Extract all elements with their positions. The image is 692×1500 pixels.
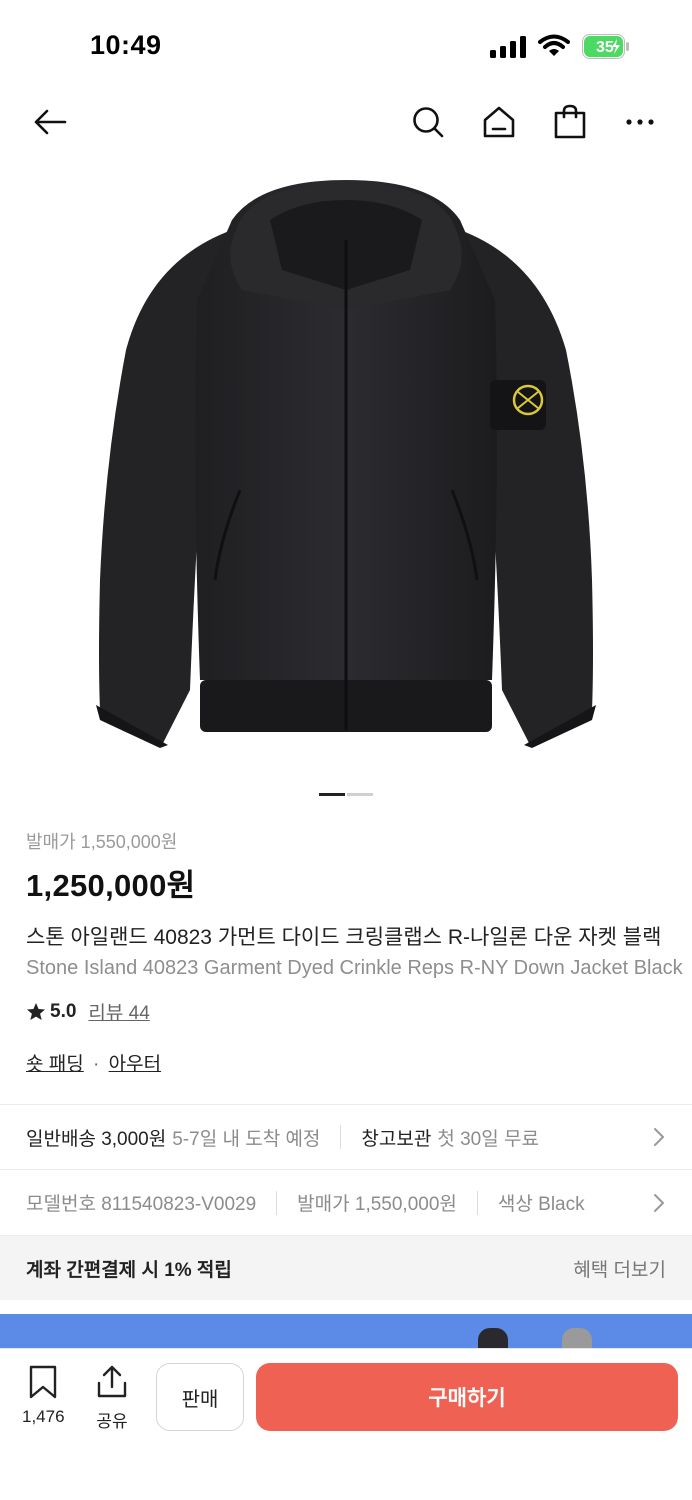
standard-delivery-label: 일반배송 3,000원 xyxy=(26,1128,167,1150)
shopping-bag-icon xyxy=(554,104,586,139)
bottom-action-bar: 1,476 공유 판매 구매하기 xyxy=(0,1348,692,1500)
share-button[interactable]: 공유 xyxy=(96,1365,128,1432)
search-icon xyxy=(413,107,444,138)
star-icon xyxy=(27,1002,45,1020)
category-link-outer[interactable]: 아우터 xyxy=(109,1054,161,1075)
home-button[interactable] xyxy=(479,102,519,142)
back-arrow-icon xyxy=(34,109,67,135)
spec-release-price: 발매가 1,550,000원 xyxy=(297,1194,457,1215)
spec-row[interactable]: 모델번호 811540823-V0029 발매가 1,550,000원 색상 B… xyxy=(0,1170,692,1236)
search-button[interactable] xyxy=(408,102,448,142)
category-link-short-padding[interactable]: 숏 패딩 xyxy=(26,1054,84,1075)
current-price: 1,250,000원 xyxy=(26,868,196,903)
signal-icon xyxy=(490,36,526,58)
spec-color: 색상 Black xyxy=(497,1194,585,1215)
product-image[interactable] xyxy=(0,160,692,770)
category-row: 숏 패딩 · 아우터 xyxy=(26,1049,692,1076)
product-title-ko: 스톤 아일랜드 40823 가먼트 다이드 크링클랩스 R-나일론 다운 자켓 … xyxy=(26,926,662,949)
carousel-dot-active xyxy=(319,793,345,796)
sell-button[interactable]: 판매 xyxy=(156,1363,244,1431)
delivery-row[interactable]: 일반배송 3,000원 5-7일 내 도착 예정 창고보관 첫 30일 무료 xyxy=(0,1104,692,1170)
release-price: 발매가 1,550,000원 xyxy=(26,832,178,852)
share-icon xyxy=(97,1365,127,1398)
product-info: 발매가 1,550,000원 1,250,000원 스톤 아일랜드 40823 … xyxy=(26,828,692,1076)
home-icon xyxy=(483,106,515,138)
benefit-text: 계좌 간편결제 시 1% 적립 xyxy=(26,1259,232,1281)
benefit-row: 계좌 간편결제 시 1% 적립 혜택 더보기 xyxy=(0,1236,692,1300)
warehouse-label: 창고보관 xyxy=(361,1128,432,1150)
more-button[interactable] xyxy=(620,102,660,142)
product-title-en: Stone Island 40823 Garment Dyed Crinkle … xyxy=(26,957,683,979)
wishlist-button[interactable]: 1,476 xyxy=(22,1365,65,1427)
status-bar: 10:49 35 xyxy=(0,0,692,90)
nav-bar xyxy=(0,90,692,154)
battery-level: 35 xyxy=(596,39,614,56)
category-separator: · xyxy=(93,1054,100,1075)
bookmark-icon xyxy=(30,1365,57,1399)
review-link[interactable]: 리뷰 44 xyxy=(88,998,149,1025)
carousel-dot xyxy=(347,793,373,796)
divider xyxy=(340,1125,342,1149)
rating-score: 5.0 xyxy=(50,1000,77,1022)
wifi-icon xyxy=(538,34,570,56)
battery-icon: 35 xyxy=(582,34,629,59)
cart-button[interactable] xyxy=(550,102,590,142)
share-label: 공유 xyxy=(96,1412,128,1431)
promo-banner[interactable] xyxy=(0,1314,692,1352)
jacket-illustration xyxy=(96,180,596,748)
divider xyxy=(476,1190,478,1215)
rating-row: 5.0 리뷰 44 xyxy=(26,998,692,1025)
back-button[interactable] xyxy=(30,102,70,142)
divider xyxy=(276,1190,278,1215)
benefit-more-link[interactable]: 혜택 더보기 xyxy=(573,1255,666,1282)
wishlist-count: 1,476 xyxy=(22,1407,65,1426)
model-number: 모델번호 811540823-V0029 xyxy=(26,1194,257,1215)
chevron-right-icon xyxy=(652,1191,666,1214)
standard-delivery-eta: 5-7일 내 도착 예정 xyxy=(172,1128,321,1150)
status-time: 10:49 xyxy=(90,30,162,60)
more-icon xyxy=(626,119,654,125)
warehouse-note: 첫 30일 무료 xyxy=(437,1128,539,1150)
buy-button[interactable]: 구매하기 xyxy=(256,1363,678,1431)
chevron-right-icon xyxy=(654,1128,664,1146)
